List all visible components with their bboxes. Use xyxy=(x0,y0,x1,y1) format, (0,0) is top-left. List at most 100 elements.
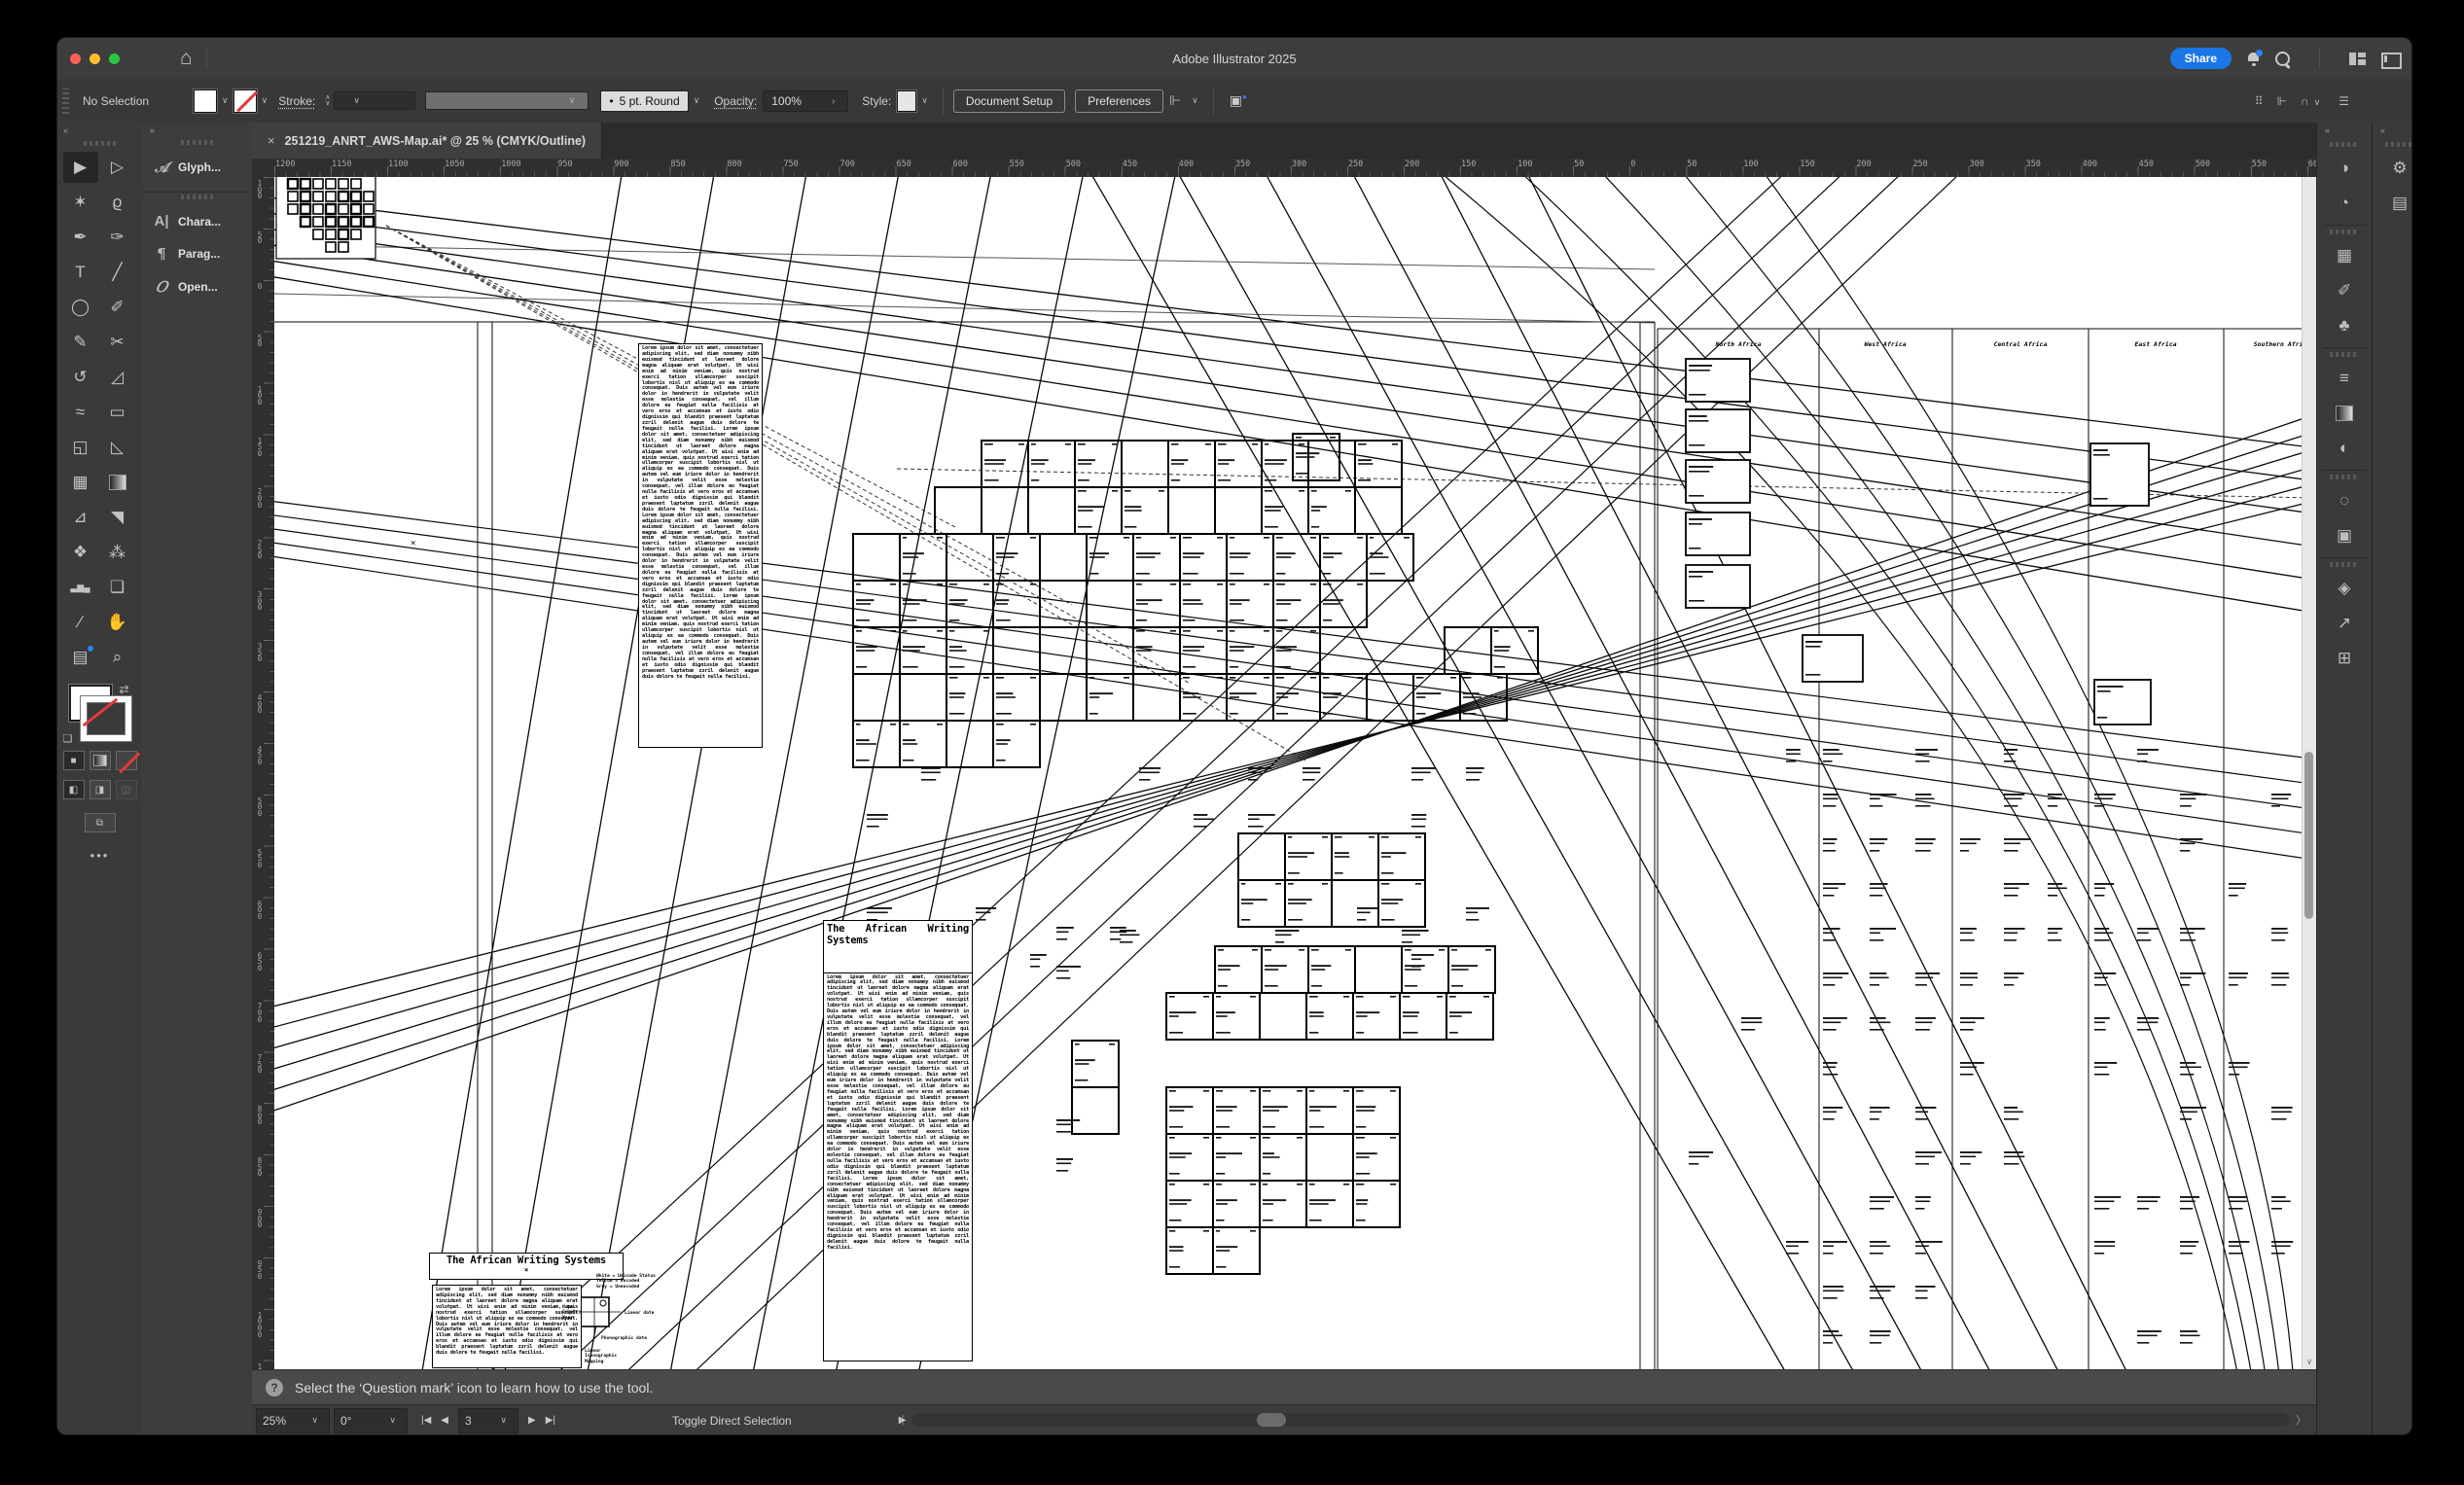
align-grid-icon[interactable]: ⠿ xyxy=(2255,94,2264,108)
chevron-down-icon[interactable]: ∨ xyxy=(694,95,700,106)
sidebar-item-paragraph[interactable]: ¶ Parag... xyxy=(142,237,252,270)
zoom-window-button[interactable] xyxy=(109,53,120,64)
stroke-weight-stepper[interactable]: ∧∨ xyxy=(325,95,330,107)
layers-panel-icon[interactable]: ◈ xyxy=(2317,571,2372,606)
rotation-select[interactable]: 0° ∨ xyxy=(334,1408,408,1433)
print-tiling-tool[interactable]: ▤ xyxy=(63,642,98,673)
chevron-down-icon[interactable]: ∨ xyxy=(262,95,268,106)
perspective-grid-tool[interactable]: ◺ xyxy=(100,432,135,463)
expand-dock-icon[interactable]: » xyxy=(142,123,252,138)
direct-selection-tool[interactable]: ▷ xyxy=(100,152,135,183)
symbols-panel-icon[interactable]: ♣ xyxy=(2317,308,2372,343)
artboard-number-select[interactable]: 3 ∨ xyxy=(458,1408,518,1433)
scroll-down-icon[interactable]: ∨ xyxy=(2303,1354,2316,1369)
dock-grip[interactable] xyxy=(181,194,214,199)
panel-grip[interactable] xyxy=(62,88,69,114)
shape-builder-tool[interactable]: ◱ xyxy=(63,432,98,463)
mesh-tool[interactable]: ▦ xyxy=(63,467,98,498)
magnet-snap-icon[interactable]: ∩∨ xyxy=(2301,94,2325,108)
first-artboard-icon[interactable]: |◀ xyxy=(421,1415,431,1426)
export-panel-icon[interactable]: ↗ xyxy=(2317,606,2372,641)
close-tab-icon[interactable]: × xyxy=(268,133,275,148)
transparency-panel-icon[interactable]: ◐ xyxy=(2317,431,2372,466)
color-panel-icon[interactable]: ◑ xyxy=(2317,151,2372,186)
document-tab[interactable]: × 251219_ANRT_AWS-Map.ai* @ 25 % (CMYK/O… xyxy=(252,123,602,159)
stroke-weight-field[interactable]: ∨ xyxy=(334,91,415,110)
collapse-toolbar-icon[interactable]: « xyxy=(57,123,142,139)
search-icon[interactable] xyxy=(2275,52,2290,66)
list-view-icon[interactable]: ☰ xyxy=(2339,94,2349,108)
slice-tool[interactable]: ∕ xyxy=(63,607,98,638)
stroke-label[interactable]: Stroke: xyxy=(278,94,315,108)
color-guide-panel-icon[interactable]: ◔ xyxy=(2317,186,2372,221)
blend-tool[interactable]: ❖ xyxy=(63,537,98,568)
swap-fill-stroke-icon[interactable]: ⇄ xyxy=(119,683,128,696)
gradient-tool[interactable] xyxy=(100,467,135,498)
type-tool[interactable]: T xyxy=(63,257,98,288)
artboards-panel-icon[interactable]: ⊞ xyxy=(2317,641,2372,676)
collapse-dock-icon[interactable]: « xyxy=(2317,123,2372,138)
isolate-selected-object-icon[interactable]: ⊩ xyxy=(1169,92,1181,109)
horizontal-scrollbar[interactable]: 〈 〉 xyxy=(894,1410,2306,1430)
line-segment-tool[interactable]: ╱ xyxy=(100,257,135,288)
snap-options-icon[interactable]: ⊩ xyxy=(2277,94,2287,108)
chevron-down-icon[interactable]: ∨ xyxy=(222,95,229,106)
column-graph-tool[interactable]: ▃▆▄ xyxy=(63,572,98,603)
horizontal-ruler[interactable]: 1200115011001050100095090085080075070065… xyxy=(274,159,2316,178)
legend-text-block[interactable]: Lorem ipsum dolor sit amet, consectetuer… xyxy=(432,1285,582,1368)
workspace-switcher-icon[interactable] xyxy=(2349,53,2366,65)
brushes-panel-icon[interactable]: ✐ xyxy=(2317,273,2372,308)
ruler-origin-corner[interactable] xyxy=(252,159,275,178)
brush-definition-field[interactable]: • 5 pt. Round xyxy=(600,90,688,112)
share-button[interactable]: Share xyxy=(2170,48,2232,69)
chevron-down-icon[interactable]: ∨ xyxy=(1192,95,1198,106)
pen-tool[interactable]: ✒ xyxy=(63,222,98,253)
screen-mode-button[interactable]: ⧉ xyxy=(85,813,116,832)
graphic-styles-panel-icon[interactable]: ▣ xyxy=(2317,518,2372,553)
vertical-scrollbar[interactable]: ∨ xyxy=(2302,177,2316,1369)
measure-tool[interactable]: ⊿ xyxy=(63,502,98,533)
symbol-sprayer-tool[interactable]: ⁂ xyxy=(100,537,135,568)
document-setup-button[interactable]: Document Setup xyxy=(953,89,1065,113)
draw-normal-button[interactable]: ◧ xyxy=(63,780,85,799)
horizontal-scrollbar-thumb[interactable] xyxy=(1257,1413,1286,1427)
stroke-swatch[interactable] xyxy=(81,696,131,741)
last-artboard-icon[interactable]: ▶| xyxy=(546,1415,555,1426)
draw-inside-button[interactable]: ◫ xyxy=(116,780,137,799)
zoom-tool[interactable]: ⌕ xyxy=(100,642,135,673)
dock-grip[interactable] xyxy=(181,140,214,145)
hand-tool[interactable]: ✋ xyxy=(100,607,135,638)
document-arrangement-icon[interactable] xyxy=(2381,53,2398,65)
fill-color-swatch[interactable] xyxy=(194,89,217,113)
opacity-label[interactable]: Opacity: xyxy=(714,94,757,108)
opacity-field[interactable]: 100% › xyxy=(763,90,848,112)
home-icon[interactable]: ⌂ xyxy=(180,47,193,70)
variable-width-profile-field[interactable]: ∨ xyxy=(425,91,589,110)
edit-toolbar-icon[interactable]: ••• xyxy=(57,848,142,863)
scroll-left-icon[interactable]: 〈 xyxy=(894,1412,905,1428)
map-description-block[interactable]: The African Writing Systems Lorem ipsum … xyxy=(823,920,973,1361)
zoom-level-select[interactable]: 25% ∨ xyxy=(256,1408,330,1433)
collapse-dock-icon[interactable]: « xyxy=(2373,123,2412,138)
vertical-scrollbar-thumb[interactable] xyxy=(2304,752,2313,919)
gradient-fill-button[interactable] xyxy=(89,751,111,770)
scroll-right-icon[interactable]: 〉 xyxy=(2296,1412,2306,1428)
curvature-tool[interactable]: ✑ xyxy=(100,222,135,253)
close-window-button[interactable] xyxy=(70,53,81,64)
swatches-panel-icon[interactable]: ▦ xyxy=(2317,238,2372,273)
lasso-tool[interactable]: ϱ xyxy=(100,187,135,218)
artwork-canvas[interactable]: × Lorem ipsum dolor sit amet, consectetu… xyxy=(274,177,2316,1369)
legend-title-box[interactable]: The African Writing Systems × xyxy=(429,1253,624,1280)
question-mark-icon[interactable]: ? xyxy=(266,1379,283,1397)
eyedropper-tool[interactable]: ◥ xyxy=(100,502,135,533)
fill-stroke-control[interactable]: ⇄ ❏ xyxy=(69,685,131,741)
lorem-text-column[interactable]: Lorem ipsum dolor sit amet, consectetuer… xyxy=(638,343,763,748)
style-swatch[interactable] xyxy=(897,90,916,112)
libraries-panel-icon[interactable]: ▤ xyxy=(2373,186,2412,221)
stroke-color-swatch[interactable] xyxy=(233,89,257,113)
sidebar-item-opentype[interactable]: 𝑂 Open... xyxy=(142,270,252,303)
chevron-down-icon[interactable]: ∨ xyxy=(921,95,928,106)
paintbrush-tool[interactable]: ✐ xyxy=(100,292,135,323)
default-fill-stroke-icon[interactable]: ❏ xyxy=(63,732,73,745)
sidebar-item-character[interactable]: A| Chara... xyxy=(142,205,252,237)
